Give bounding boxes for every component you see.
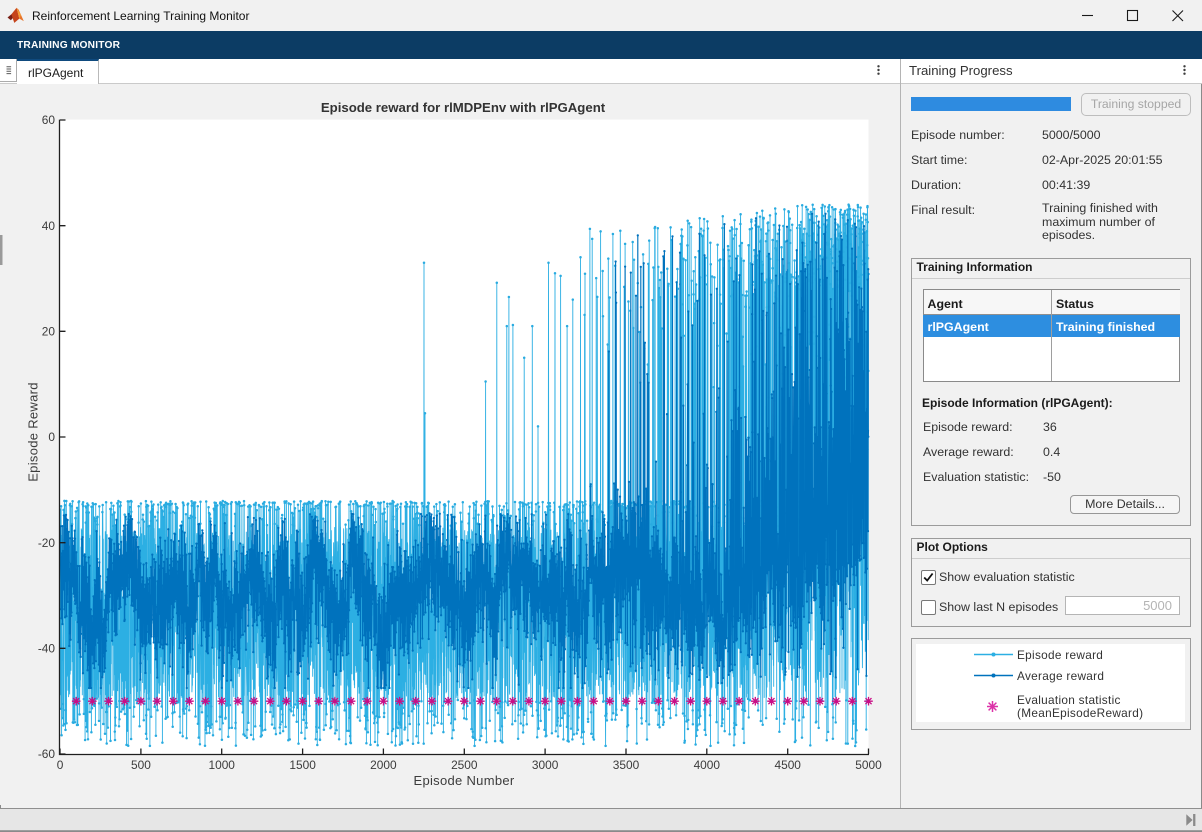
- svg-text:1500: 1500: [289, 758, 316, 772]
- svg-text:2500: 2500: [451, 758, 478, 772]
- svg-text:0: 0: [48, 430, 55, 444]
- svg-text:5000: 5000: [855, 758, 882, 772]
- svg-text:4500: 4500: [774, 758, 801, 772]
- svg-text:40: 40: [42, 219, 56, 233]
- svg-text:20: 20: [42, 325, 56, 339]
- svg-text:Episode Number: Episode Number: [413, 773, 514, 788]
- svg-text:-20: -20: [38, 536, 56, 550]
- svg-text:4000: 4000: [694, 758, 721, 772]
- svg-text:-60: -60: [38, 747, 56, 761]
- svg-text:500: 500: [131, 758, 151, 772]
- svg-text:3500: 3500: [613, 758, 640, 772]
- svg-text:Episode Reward: Episode Reward: [26, 382, 41, 482]
- svg-text:60: 60: [42, 113, 56, 127]
- svg-text:Episode reward for rlMDPEnv wi: Episode reward for rlMDPEnv with rlPGAge…: [321, 100, 606, 115]
- svg-text:-40: -40: [38, 642, 56, 656]
- svg-text:0: 0: [57, 758, 64, 772]
- svg-text:1000: 1000: [208, 758, 235, 772]
- svg-text:3000: 3000: [532, 758, 559, 772]
- svg-text:2000: 2000: [370, 758, 397, 772]
